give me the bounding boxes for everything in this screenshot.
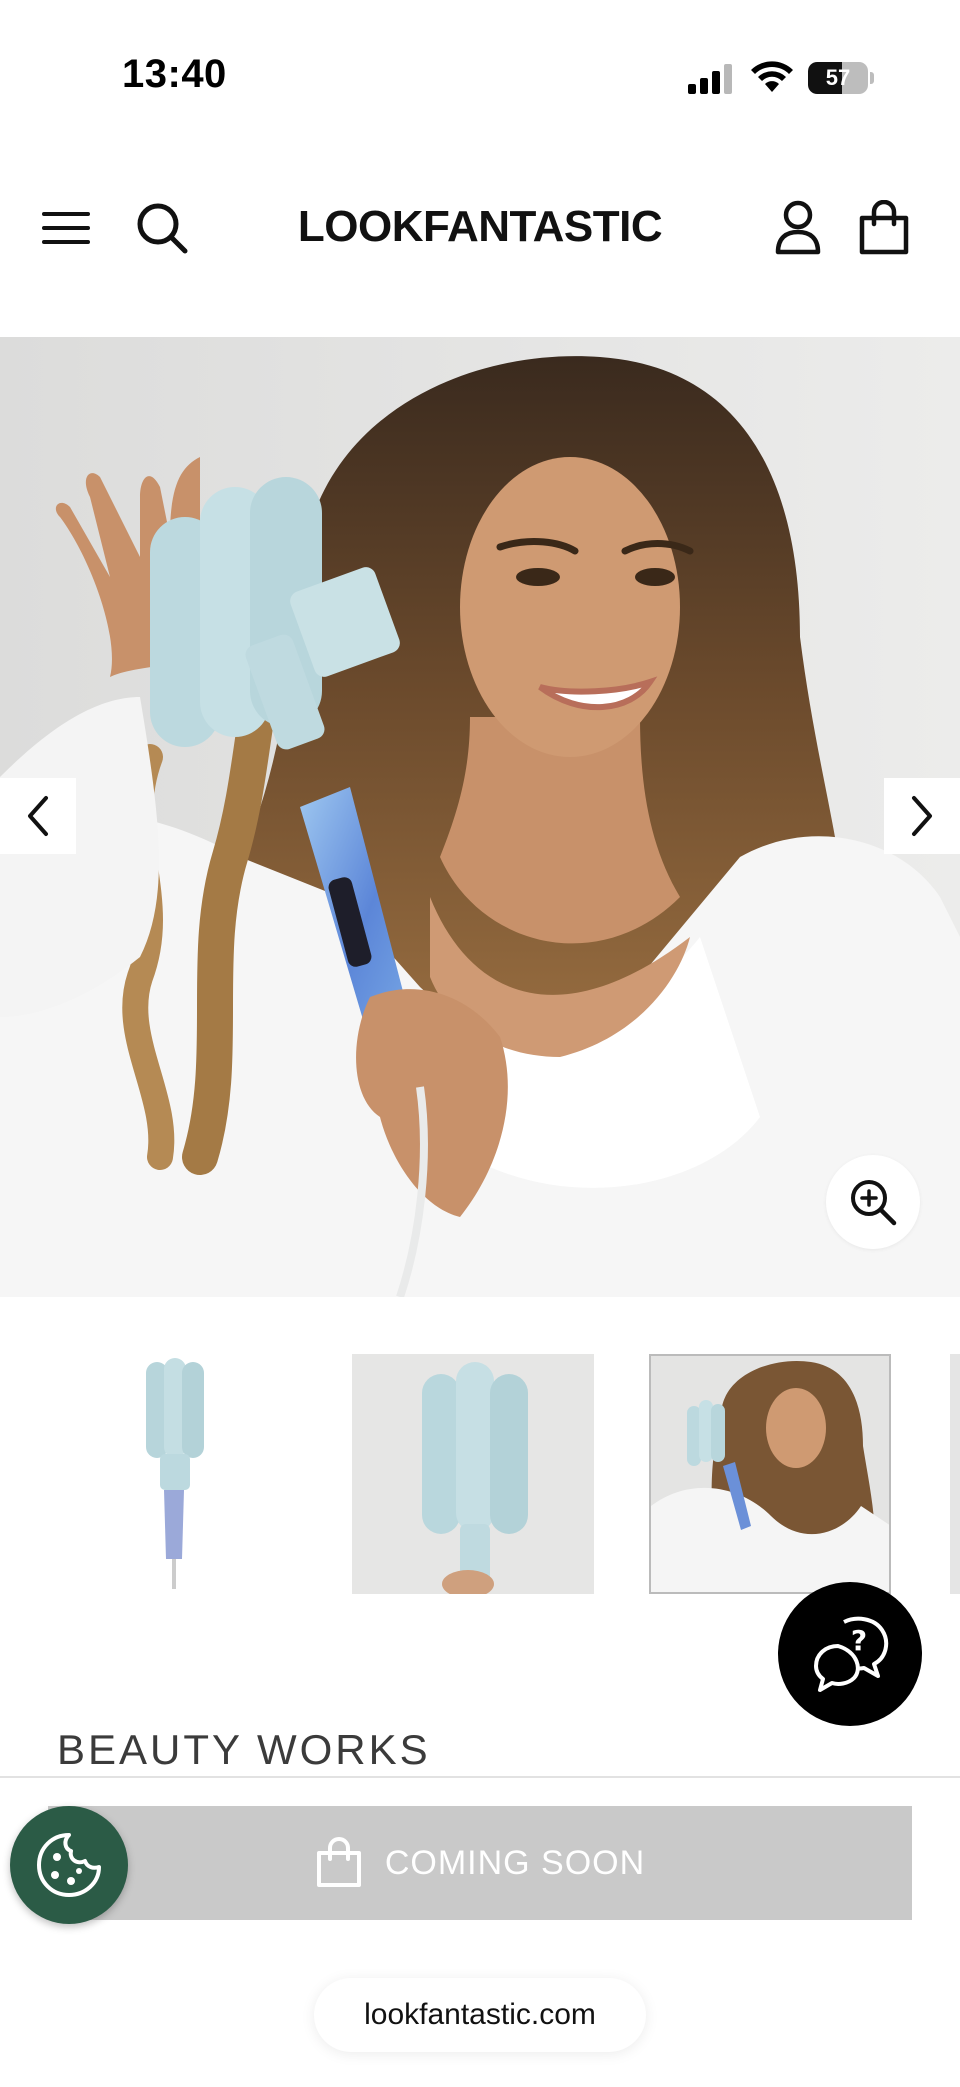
chat-help-icon: ? xyxy=(814,1616,889,1692)
signal-icon xyxy=(688,64,732,94)
status-bar: 13:40 57 xyxy=(0,0,960,150)
divider xyxy=(0,1776,960,1778)
model-holding-waver-image xyxy=(0,337,960,1297)
help-chat-button[interactable]: ? xyxy=(778,1582,922,1726)
bag-icon xyxy=(859,200,909,255)
coming-soon-button[interactable]: COMING SOON xyxy=(48,1806,912,1920)
shopping-bag-icon xyxy=(316,1837,361,1887)
thumbnail-more[interactable] xyxy=(950,1354,960,1594)
svg-text:?: ? xyxy=(851,1624,867,1657)
wifi-icon xyxy=(751,61,793,92)
thumbnail-model[interactable] xyxy=(649,1354,891,1594)
coming-soon-label: COMING SOON xyxy=(384,1843,646,1882)
model-thumbnail xyxy=(651,1360,889,1592)
gallery-next-button[interactable] xyxy=(884,778,960,854)
thumbnail-product-closeup[interactable] xyxy=(352,1354,594,1594)
cookie-settings-button[interactable] xyxy=(10,1806,128,1924)
waver-closeup-thumbnail xyxy=(422,1362,528,1594)
account-icon xyxy=(775,200,821,255)
status-time: 13:40 xyxy=(122,52,227,96)
chevron-left-icon xyxy=(28,796,48,836)
gallery-prev-button[interactable] xyxy=(0,778,76,854)
zoom-in-icon xyxy=(851,1180,897,1226)
account-button[interactable] xyxy=(770,196,826,260)
product-brand[interactable]: BEAUTY WORKS xyxy=(57,1726,431,1774)
zoom-button[interactable] xyxy=(826,1155,920,1249)
site-header: LOOKFANTASTIC xyxy=(0,150,960,336)
thumbnail-strip xyxy=(0,1354,960,1596)
battery-level: 57 xyxy=(825,65,851,90)
cookie-icon xyxy=(37,1833,101,1897)
waver-product-thumbnail xyxy=(146,1358,204,1589)
chevron-right-icon xyxy=(912,796,932,836)
url-text: lookfantastic.com xyxy=(364,1998,596,2031)
bag-button[interactable] xyxy=(854,196,914,260)
product-hero-image[interactable] xyxy=(0,337,960,1297)
battery-icon: 57 xyxy=(808,62,874,94)
browser-url-bar[interactable]: lookfantastic.com xyxy=(314,1978,646,2052)
thumbnail-product[interactable] xyxy=(56,1354,298,1594)
